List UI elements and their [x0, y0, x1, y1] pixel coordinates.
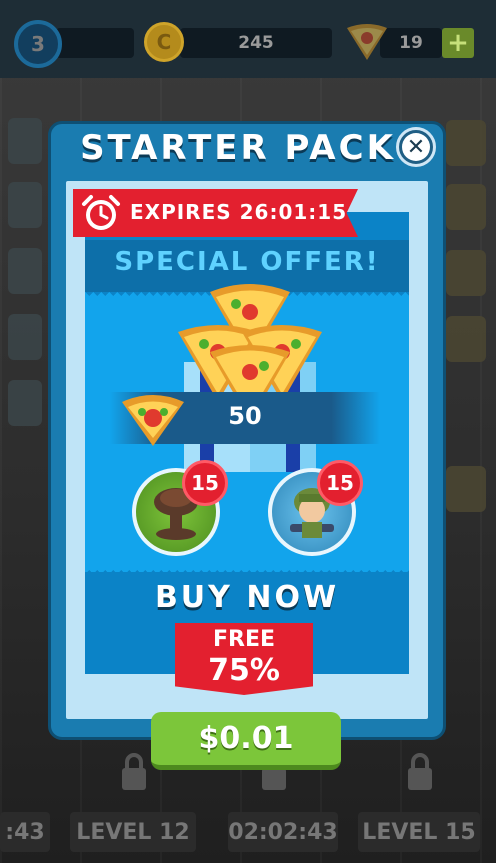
expires-timer: EXPIRES 26:01:15: [130, 200, 347, 224]
nuke-count-badge: 15: [182, 460, 228, 506]
buy-now-label: BUY NOW: [154, 580, 340, 615]
level-progress-track: [56, 28, 134, 58]
wheel-icon: [446, 250, 486, 296]
expires-label: EXPIRES: [130, 200, 232, 224]
soldier-count-badge: 15: [317, 460, 363, 506]
free-label: FREE: [212, 627, 276, 652]
buy-price-button[interactable]: $0.01: [151, 712, 341, 770]
alarm-clock-icon: [82, 195, 120, 230]
discount-percent: 75%: [208, 653, 280, 688]
special-offer-label: SPECIAL OFFER!: [114, 247, 380, 277]
dialog-title: STARTER PACK: [80, 128, 396, 168]
right-menu-icon-1: [446, 120, 486, 166]
side-menu-icon-4: [8, 314, 42, 360]
pizza-amount: 50: [228, 402, 262, 430]
player-level-badge: 3: [14, 20, 62, 68]
vip-icon: [446, 184, 486, 230]
level-label-12: LEVEL 12: [70, 812, 196, 852]
map-pin-icon: [446, 466, 486, 512]
coin-icon: C: [144, 22, 184, 62]
close-icon: ✕: [402, 133, 430, 161]
close-button[interactable]: ✕: [396, 127, 436, 167]
coin-counter: 245: [180, 28, 332, 58]
side-menu-icon-1: [8, 118, 42, 164]
level-label-15: LEVEL 15: [358, 812, 480, 852]
side-menu-icon-3: [8, 248, 42, 294]
level-timer: 02:02:43: [228, 812, 338, 852]
pizza-slice-icon: [347, 24, 387, 60]
right-menu-icon-4: [446, 316, 486, 362]
zigzag-divider-bottom: [85, 566, 409, 574]
lock-icon: [122, 753, 146, 790]
level-timer-partial: :43: [0, 812, 50, 852]
gear-icon: [8, 380, 42, 426]
side-menu-icon-2: [8, 182, 42, 228]
add-pizza-button[interactable]: +: [442, 28, 474, 58]
pizza-slice-icon: [122, 395, 184, 446]
expires-countdown: 26:01:15: [239, 200, 348, 224]
lock-icon: [408, 753, 432, 790]
